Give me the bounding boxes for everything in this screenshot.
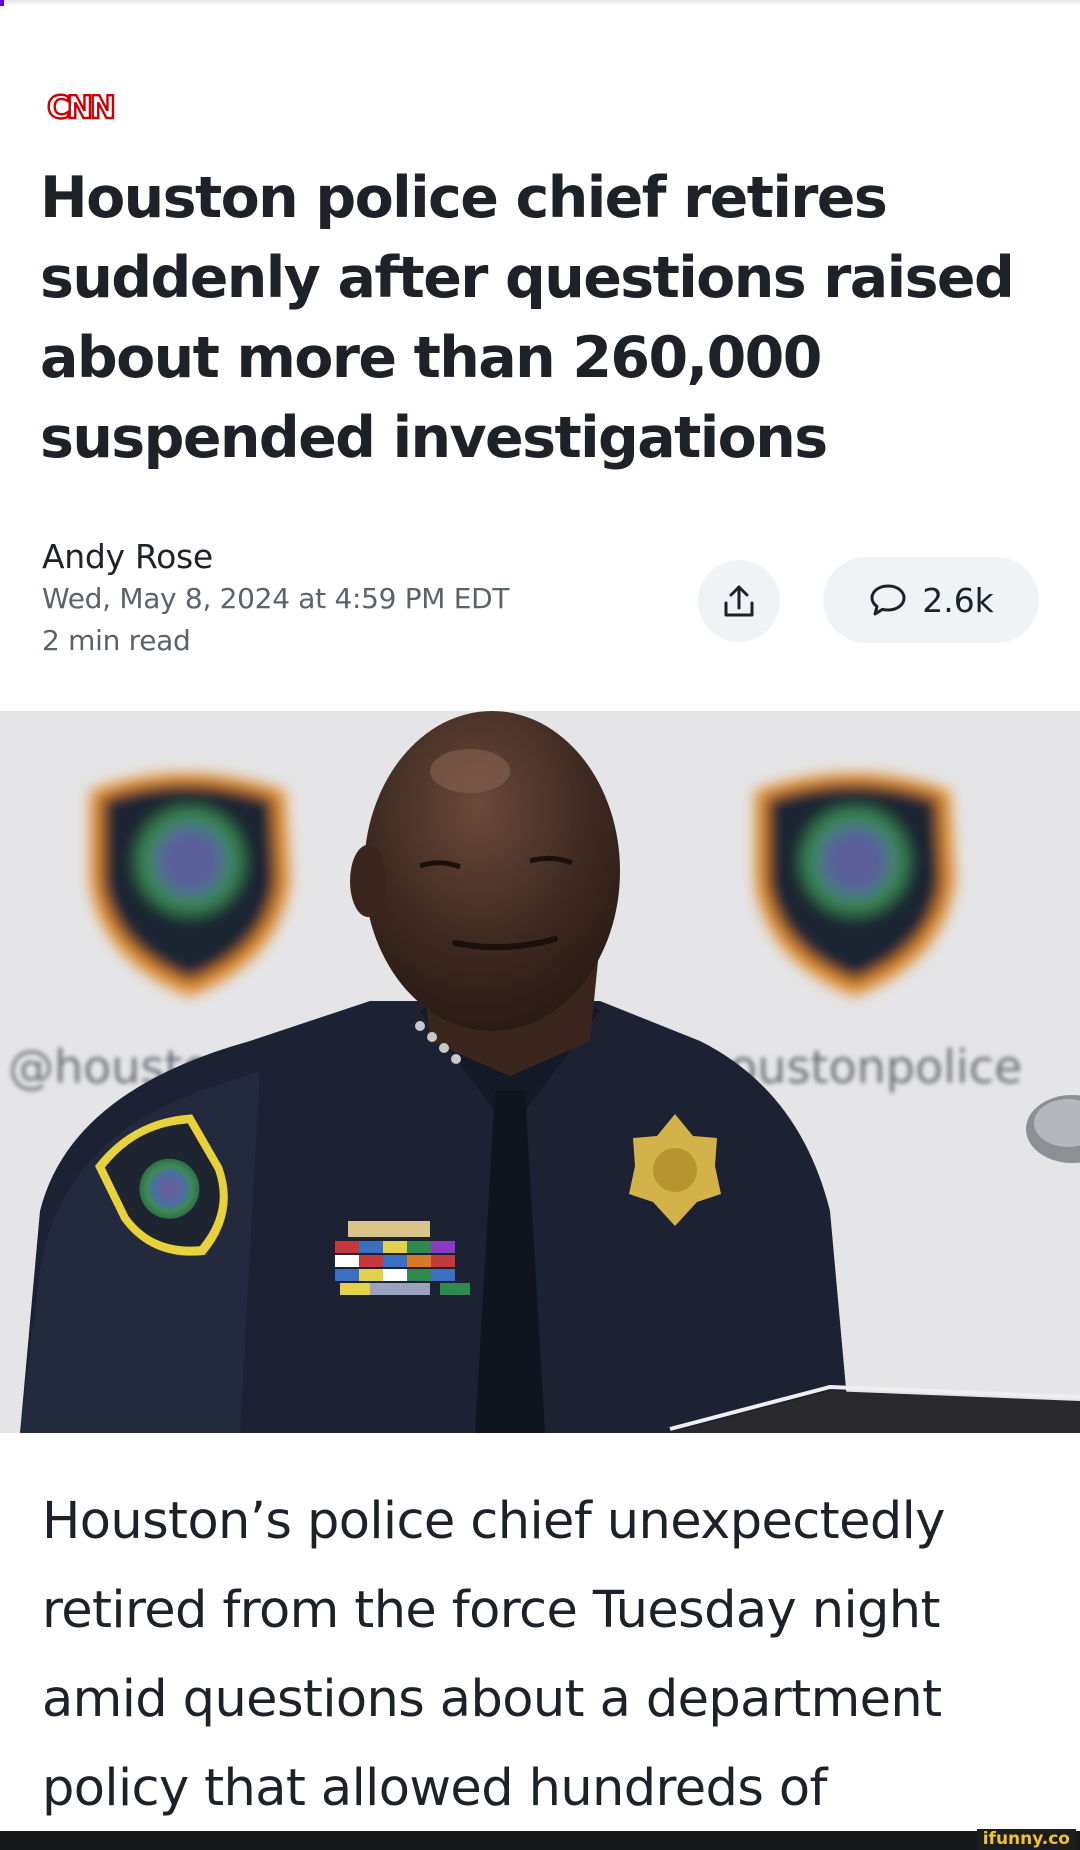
comment-count: 2.6k	[922, 580, 994, 620]
top-shadow	[0, 0, 1080, 6]
author-name[interactable]: Andy Rose	[42, 537, 213, 576]
cnn-logo[interactable]: CNN	[40, 88, 120, 126]
read-time: 2 min read	[42, 624, 191, 657]
progress-accent	[0, 0, 4, 6]
hero-image[interactable]: @houston houstonpolice	[0, 711, 1080, 1433]
comments-button[interactable]: 2.6k	[823, 557, 1039, 643]
share-upload-icon	[724, 585, 754, 617]
bottom-bar	[0, 1831, 1080, 1850]
ifunny-watermark: ifunny.co	[976, 1829, 1076, 1850]
article-body-excerpt: Houston’s police chief unexpectedly reti…	[42, 1492, 945, 1818]
speech-bubble-icon	[870, 584, 906, 616]
article-headline: Houston police chief retires suddenly af…	[40, 165, 1015, 471]
cnn-logo-text: CNN	[47, 90, 114, 126]
share-button[interactable]	[698, 560, 780, 642]
publish-date: Wed, May 8, 2024 at 4:59 PM EDT	[42, 582, 510, 615]
